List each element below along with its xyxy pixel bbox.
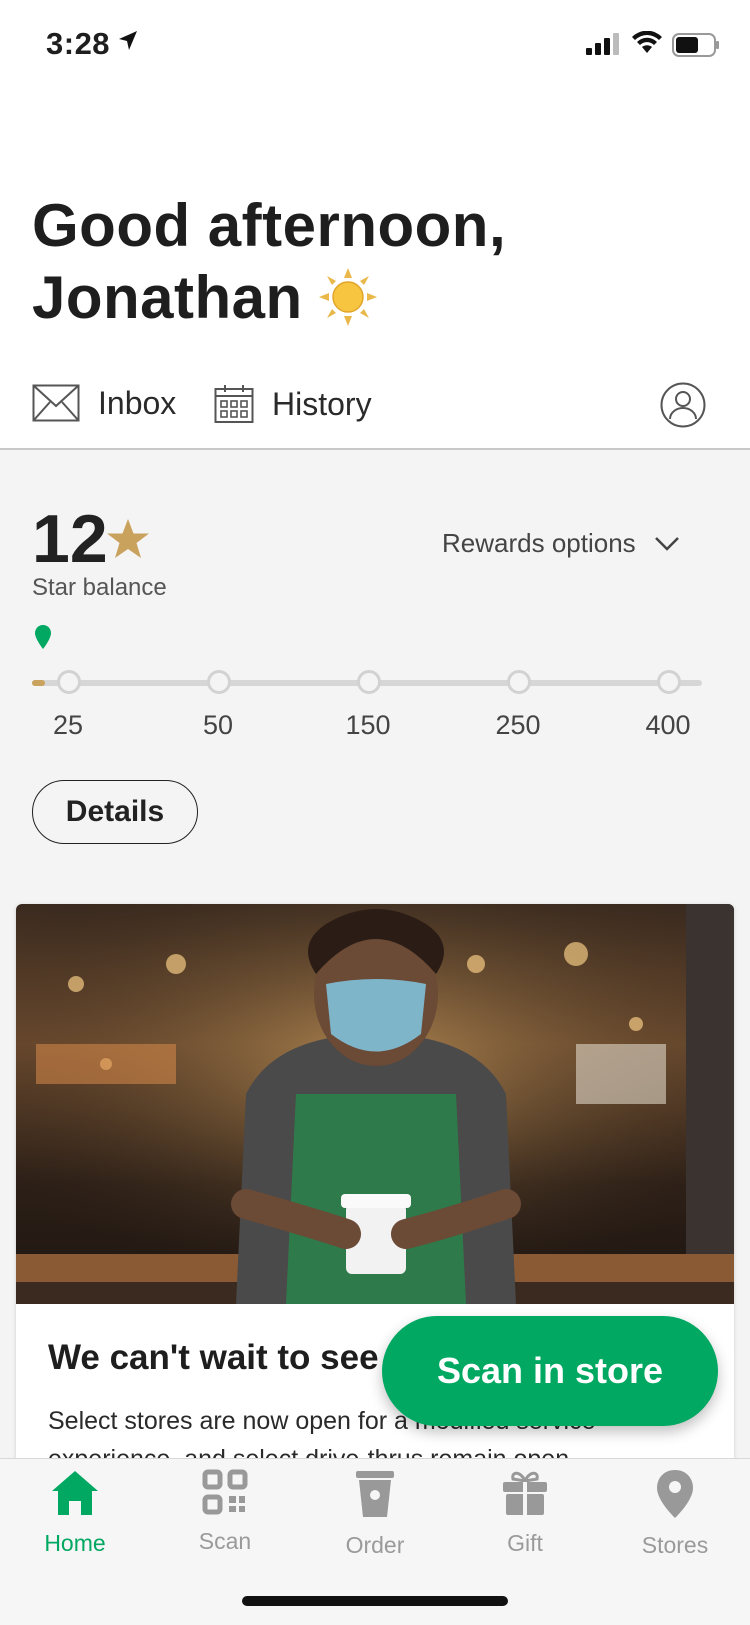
tab-scan-label: Scan [198,1528,252,1554]
star-balance-value: 12 [32,501,108,577]
barista-photo [16,904,734,1304]
inbox-link[interactable]: Inbox [32,384,176,422]
tab-gift-label: Gift [507,1530,543,1556]
status-time: 3:28 [46,26,111,61]
rewards-progress-fill [32,680,46,686]
wifi-icon [632,31,662,53]
status-bar: 3:28 [0,0,750,90]
tab-scan[interactable]: Scan [170,1469,280,1555]
star-balance-label: Star balance [32,574,167,601]
details-button[interactable]: Details [32,780,198,844]
rewards-options-label: Rewards options [442,528,636,558]
chevron-down-icon [654,536,679,551]
progress-marker-icon [35,625,51,649]
barista-photo-illustration [16,904,734,1304]
tab-stores[interactable]: Stores [620,1469,730,1559]
envelope-icon [32,384,80,422]
greeting-heading: Good afternoon, Jonathan [32,190,506,334]
gift-icon [503,1471,547,1515]
milestone-marker [57,670,81,694]
inbox-label: Inbox [98,384,177,421]
milestone-label: 25 [52,710,84,740]
home-indicator [242,1596,508,1606]
calendar-icon [214,385,254,423]
milestone-label: 250 [495,710,541,740]
rewards-progress-track [32,670,702,694]
milestone-marker [657,670,681,694]
history-label: History [272,385,372,422]
tab-order[interactable]: Order [320,1469,430,1559]
tab-home[interactable]: Home [20,1469,130,1557]
milestone-label: 400 [645,710,691,740]
milestone-marker [357,670,381,694]
sun-icon [318,268,377,327]
milestone-marker [507,670,531,694]
greeting-line-1: Good afternoon, [32,192,507,259]
header-nav: Inbox History [0,370,750,448]
battery-icon [672,33,719,57]
tab-gift[interactable]: Gift [470,1469,580,1557]
milestone-label: 150 [345,710,391,740]
location-arrow-icon [119,31,137,50]
profile-icon[interactable] [660,382,706,428]
milestone-label: 50 [202,710,234,740]
tab-order-label: Order [345,1532,405,1558]
rewards-options-dropdown[interactable]: Rewards options [442,528,680,559]
tab-home-label: Home [44,1530,106,1556]
cup-icon [356,1471,394,1517]
greeting-name: Jonathan [32,264,303,331]
home-icon [52,1471,98,1515]
cellular-signal-icon [586,33,619,55]
scan-in-store-button[interactable]: Scan in store [382,1316,718,1426]
star-icon [107,519,149,558]
history-link[interactable]: History [214,384,372,424]
location-pin-icon [657,1470,693,1518]
milestone-marker [207,670,231,694]
qr-code-icon [202,1469,248,1515]
tab-stores-label: Stores [641,1532,709,1558]
